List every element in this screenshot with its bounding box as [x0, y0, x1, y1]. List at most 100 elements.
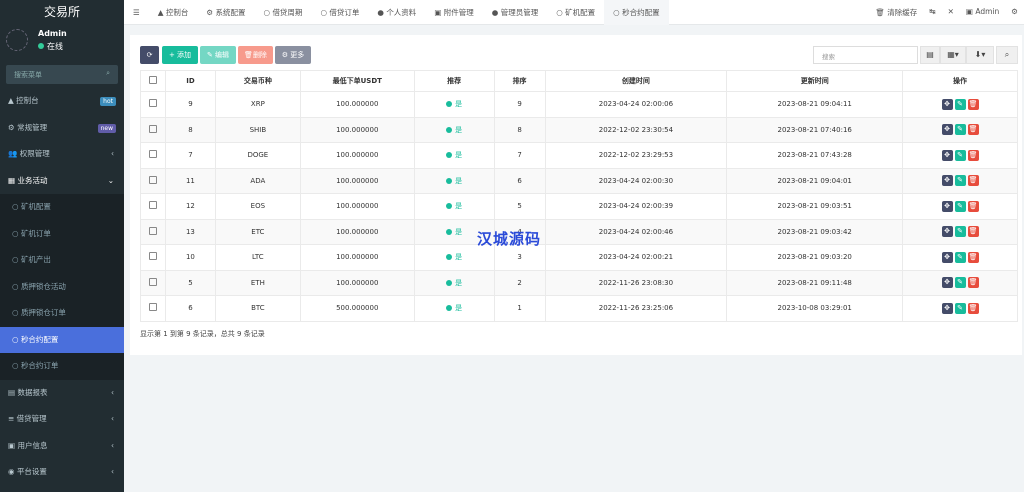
drag-icon[interactable]: ✥: [941, 302, 953, 314]
row-select-cell[interactable]: [140, 193, 166, 220]
row-checkbox[interactable]: [148, 99, 157, 108]
tab[interactable]: ○ 秒合约配置: [604, 0, 669, 25]
edit-icon[interactable]: ✎: [954, 124, 966, 136]
select-all-header[interactable]: [140, 70, 166, 92]
row-select-cell[interactable]: [140, 244, 166, 271]
tab[interactable]: ● 个人资料: [368, 0, 425, 25]
tab[interactable]: ▲ 控制台: [149, 0, 198, 25]
search-toggle-button[interactable]: ⌕: [996, 46, 1018, 64]
delete-icon[interactable]: 🗑: [967, 200, 979, 212]
refresh-button[interactable]: ⟳: [140, 46, 159, 64]
sidebar-item[interactable]: ▦ 业务活动 ⌄: [0, 168, 124, 195]
edit-icon[interactable]: ✎: [954, 302, 966, 314]
edit-icon[interactable]: ✎: [954, 277, 966, 289]
edit-icon[interactable]: ✎: [954, 200, 966, 212]
more-button[interactable]: ⚙ 更多: [275, 46, 311, 64]
edit-icon[interactable]: ✎: [954, 226, 966, 238]
row-select-cell[interactable]: [140, 218, 166, 245]
column-header[interactable]: 推荐: [413, 70, 495, 92]
row-select-cell[interactable]: [140, 91, 166, 118]
column-header[interactable]: 更新时间: [726, 70, 904, 92]
edit-icon[interactable]: ✎: [954, 149, 966, 161]
tab[interactable]: ▣ 附件管理: [425, 0, 482, 25]
row-select-cell[interactable]: [140, 269, 166, 296]
row-checkbox[interactable]: [148, 201, 157, 210]
fullscreen-icon[interactable]: ✕: [948, 7, 954, 18]
sidebar-item[interactable]: 👥 权限管理 ‹: [0, 141, 124, 168]
menu-search-input[interactable]: 搜索菜单 ⌕: [6, 65, 118, 84]
delete-icon[interactable]: 🗑: [967, 175, 979, 187]
table-search-input[interactable]: 搜索: [813, 46, 918, 64]
settings-icon[interactable]: ⚙: [1011, 7, 1018, 18]
drag-icon[interactable]: ✥: [941, 175, 953, 187]
menu-toggle-icon[interactable]: ☰: [124, 0, 149, 25]
tab[interactable]: ● 管理员管理: [483, 0, 547, 25]
tab[interactable]: ○ 借贷订单: [311, 0, 368, 25]
select-all-checkbox[interactable]: [148, 76, 157, 84]
table-cell: 2022-11-26 23:25:06: [544, 295, 728, 322]
tab[interactable]: ○ 借贷周期: [255, 0, 312, 25]
row-checkbox[interactable]: [148, 226, 157, 235]
row-checkbox[interactable]: [148, 150, 157, 159]
sidebar-subitem[interactable]: ○ 质押锁仓活动: [0, 274, 124, 301]
column-header[interactable]: 创建时间: [544, 70, 728, 92]
sidebar-item[interactable]: ▤ 数据报表 ‹: [0, 380, 124, 407]
row-select-cell[interactable]: [140, 116, 166, 143]
delete-icon[interactable]: 🗑: [967, 277, 979, 289]
columns-button[interactable]: ▦▾: [940, 46, 966, 64]
add-button[interactable]: + 添加: [162, 46, 198, 64]
user-icon: ●: [377, 7, 387, 17]
row-checkbox[interactable]: [148, 303, 157, 312]
column-header[interactable]: ID: [164, 70, 216, 92]
edit-icon[interactable]: ✎: [954, 175, 966, 187]
column-header[interactable]: 交易币种: [214, 70, 301, 92]
delete-icon[interactable]: 🗑: [967, 98, 979, 110]
sidebar-subitem[interactable]: ○ 矿机订单: [0, 221, 124, 248]
drag-icon[interactable]: ✥: [941, 226, 953, 238]
row-checkbox[interactable]: [148, 252, 157, 261]
row-select-cell[interactable]: [140, 295, 166, 322]
delete-button[interactable]: 🗑删除: [238, 46, 273, 64]
delete-icon[interactable]: 🗑: [967, 149, 979, 161]
language-icon[interactable]: ↹: [929, 7, 935, 18]
sidebar-item[interactable]: ▣ 用户信息 ‹: [0, 433, 124, 460]
column-header[interactable]: 排序: [493, 70, 546, 92]
delete-icon[interactable]: 🗑: [967, 226, 979, 238]
tab[interactable]: ⚙ 系统配置: [197, 0, 254, 25]
drag-icon[interactable]: ✥: [941, 200, 953, 212]
drag-icon[interactable]: ✥: [941, 251, 953, 263]
edit-icon[interactable]: ✎: [954, 251, 966, 263]
export-button[interactable]: ⬇▾: [966, 46, 994, 64]
column-header[interactable]: 最低下单USDT: [299, 70, 415, 92]
sidebar-item[interactable]: ◉ 平台设置 ‹: [0, 459, 124, 486]
tab[interactable]: ○ 矿机配置: [547, 0, 604, 25]
clear-cache-button[interactable]: 🗑 清除缓存: [875, 7, 917, 18]
row-select-cell[interactable]: [140, 142, 166, 169]
admin-menu[interactable]: ▣ Admin: [966, 7, 999, 18]
sidebar-item[interactable]: ⚙ 常规管理 new: [0, 115, 124, 142]
delete-icon[interactable]: 🗑: [967, 302, 979, 314]
drag-icon[interactable]: ✥: [941, 149, 953, 161]
row-checkbox[interactable]: [148, 175, 157, 184]
cell-value: 2022-11-26 23:25:06: [598, 304, 674, 313]
delete-icon[interactable]: 🗑: [967, 124, 979, 136]
row-checkbox[interactable]: [148, 124, 157, 133]
sidebar-subitem[interactable]: ○ 秒合约配置: [0, 326, 124, 353]
edit-button[interactable]: ✎ 编辑: [200, 46, 236, 64]
edit-icon[interactable]: ✎: [954, 98, 966, 110]
drag-icon[interactable]: ✥: [941, 98, 953, 110]
sidebar-subitem[interactable]: ○ 质押锁仓订单: [0, 300, 124, 327]
toggle-view-button[interactable]: ▤: [920, 46, 940, 64]
row-select-cell[interactable]: [140, 167, 166, 194]
sidebar-item[interactable]: ▲ 控制台 hot: [0, 88, 124, 115]
column-header[interactable]: 操作: [902, 70, 1018, 92]
sidebar-subitem-label: 矿机配置: [20, 202, 51, 211]
sidebar-subitem[interactable]: ○ 矿机配置: [0, 194, 124, 221]
sidebar-item[interactable]: ≡ 借贷管理 ‹: [0, 406, 124, 433]
drag-icon[interactable]: ✥: [941, 124, 953, 136]
drag-icon[interactable]: ✥: [941, 277, 953, 289]
delete-icon[interactable]: 🗑: [967, 251, 979, 263]
sidebar-subitem[interactable]: ○ 矿机产出: [0, 247, 124, 274]
row-checkbox[interactable]: [148, 277, 157, 286]
sidebar-subitem[interactable]: ○ 秒合约订单: [0, 353, 124, 380]
